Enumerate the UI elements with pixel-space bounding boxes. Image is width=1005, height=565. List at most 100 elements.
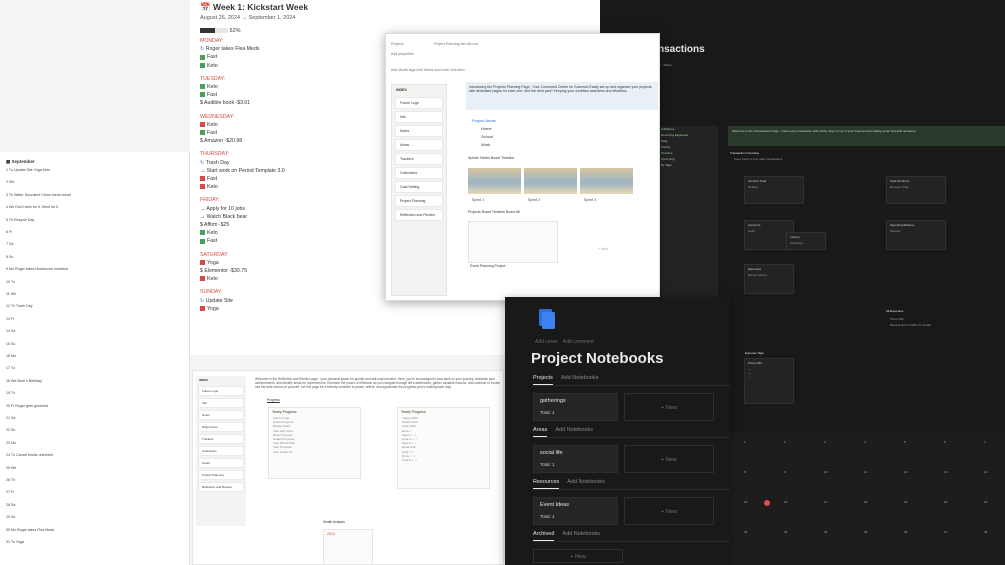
expense-list-item-2[interactable]: Banana Drive Traffic for Kodak — [890, 323, 931, 327]
september-day-row[interactable]: 18 We Mom's Birthday — [6, 379, 42, 383]
day-item[interactable]: Fast — [200, 175, 285, 183]
calendar-day[interactable]: 7 — [984, 440, 986, 444]
plan-index-item[interactable]: Notes — [395, 125, 443, 137]
day-item[interactable]: ↻ Trash Day — [200, 159, 285, 167]
day-item[interactable]: $ Affirm -$25 — [200, 221, 247, 229]
day-item[interactable]: Keto — [200, 62, 259, 70]
calendar-day[interactable]: 21 — [984, 500, 987, 504]
new-notebook-button[interactable]: + New — [533, 549, 623, 563]
september-day-row[interactable]: 29 Su — [6, 515, 15, 519]
calendar-day[interactable]: 3 — [824, 440, 826, 444]
calendar-day[interactable]: 20 — [944, 500, 947, 504]
september-day-row[interactable]: 19 Th — [6, 391, 15, 395]
calendar-day[interactable]: 1 — [744, 440, 746, 444]
september-day-row[interactable]: 20 Fr Roger gets groomed — [6, 404, 48, 408]
plan-index-item[interactable]: Collections — [395, 167, 443, 179]
calendar-day[interactable]: 5 — [904, 440, 906, 444]
september-day-row[interactable]: 23 Mo — [6, 441, 16, 445]
day-item[interactable]: → Watch Black bear — [200, 213, 247, 221]
day-item[interactable]: Fast — [200, 91, 250, 99]
calendar-day[interactable]: 2 — [784, 440, 786, 444]
day-item[interactable]: Fast — [200, 237, 247, 245]
sprint-3[interactable]: Sprint 3 — [584, 198, 596, 202]
reflection-index-item[interactable]: Trackers — [198, 434, 244, 444]
tx-block[interactable]: Total Numbers Remove Total — [886, 176, 946, 204]
september-day-row[interactable]: 16 Mo — [6, 354, 16, 358]
tx-block[interactable]: Account Total Default — [744, 176, 804, 204]
progress-link[interactable]: Progress — [267, 398, 280, 402]
plan-actions[interactable]: Add Month tags Add Tables Add Inner Sub-… — [391, 68, 464, 72]
section-tab[interactable]: Archived — [533, 531, 555, 541]
september-day-row[interactable]: 3 Th Water Succulent Clean mens closet — [6, 193, 71, 197]
september-day-row[interactable]: 5 Th Recycle Day — [6, 218, 34, 222]
reflection-index-item[interactable]: Collections — [198, 446, 244, 456]
calendar-day[interactable]: 15 — [744, 500, 747, 504]
day-item[interactable]: → Start work on Period Template 3.0 — [200, 167, 285, 175]
day-item[interactable]: $ Audible book -$3.01 — [200, 99, 250, 107]
add-notebooks-button[interactable]: Add Notebooks — [555, 427, 593, 433]
calendar-day[interactable]: 24 — [824, 530, 827, 534]
plan-meta-3[interactable]: Add properties — [391, 52, 414, 56]
september-day-row[interactable]: 26 Th — [6, 478, 15, 482]
yearly-progress-card-1[interactable]: Yearly Progress Future Logs Goals Progre… — [268, 407, 361, 479]
reflection-index-item[interactable]: Info — [198, 398, 244, 408]
calendar-day[interactable]: 9 — [784, 470, 786, 474]
september-day-row[interactable]: 12 Th Trash Day — [6, 304, 33, 308]
september-day-row[interactable]: 8 Su — [6, 255, 13, 259]
calendar-day[interactable]: 19 — [904, 500, 907, 504]
calendar-day[interactable]: 25 — [864, 530, 867, 534]
day-item[interactable]: Keto — [200, 121, 242, 129]
september-day-row[interactable]: 31 Tu Yoga — [6, 540, 24, 544]
calendar-day[interactable]: 6 — [944, 440, 946, 444]
reflection-index-item[interactable]: Notes — [198, 410, 244, 420]
september-day-row[interactable]: 10 Tu — [6, 280, 15, 284]
september-day-row[interactable]: 28 Sa — [6, 503, 15, 507]
calendar-day[interactable]: 4 — [864, 440, 866, 444]
reflection-index-item[interactable]: Project Planning — [198, 470, 244, 480]
section-tab[interactable]: Resources — [533, 479, 560, 489]
september-day-row[interactable]: 6 Fr — [6, 230, 12, 234]
day-item[interactable]: Keto — [200, 275, 247, 283]
calendar-day[interactable]: 22 — [744, 530, 747, 534]
day-item[interactable]: Fast — [200, 53, 259, 61]
reflection-index-item[interactable]: Future Logs — [198, 386, 244, 396]
plan-index-item[interactable]: Info — [395, 111, 443, 123]
day-item[interactable]: Keto — [200, 229, 247, 237]
tx-block[interactable]: Expenses Money Savers — [744, 264, 794, 294]
calendar-day[interactable]: 11 — [864, 470, 867, 474]
september-day-row[interactable]: 2 We — [6, 180, 14, 184]
yearly-progress-card-2[interactable]: Yearly Progress Yearly 2024 Goals Done Go… — [397, 407, 490, 489]
area-home[interactable]: Home — [481, 126, 492, 131]
add-notebooks-button[interactable]: Add Notebooks — [562, 531, 600, 537]
calendar-day[interactable]: 17 — [824, 500, 827, 504]
tx-block[interactable]: Spending Balance Savings — [886, 220, 946, 250]
day-item[interactable]: ↻ Update Site — [200, 297, 233, 305]
notebook-card[interactable]: Event Ideas Total: 1 — [533, 497, 618, 525]
project-item[interactable]: Event Planning Project — [470, 264, 505, 268]
plan-index-item[interactable]: Future Logs — [395, 97, 443, 109]
add-notebooks-button[interactable]: Add Notebooks — [561, 375, 599, 381]
day-item[interactable]: ↻ Roger takes Flea Meds — [200, 45, 259, 53]
september-day-row[interactable]: 17 Tu — [6, 366, 15, 370]
sprint-2[interactable]: Sprint 2 — [528, 198, 540, 202]
calendar-day[interactable]: 27 — [944, 530, 947, 534]
plan-index-item[interactable]: Areas — [395, 139, 443, 151]
september-day-row[interactable]: 15 Su — [6, 342, 15, 346]
new-notebook-button[interactable]: + New — [624, 393, 714, 421]
add-cover-button[interactable]: Add cover — [535, 339, 558, 345]
add-comment-button[interactable]: Add comment — [563, 339, 594, 345]
calendar-day[interactable]: 23 — [784, 530, 787, 534]
tx-sidebar-item[interactable]: By Tags — [658, 162, 718, 168]
september-day-row[interactable]: 4 We Don't wish for it. Work for it — [6, 205, 58, 209]
plan-new-button[interactable]: + New — [598, 247, 608, 251]
plan-view-tabs-2[interactable]: Projects Board Timeline Board All — [468, 210, 520, 214]
expense-tag-card[interactable]: Phone Bill — — — — [744, 358, 794, 404]
day-item[interactable]: Yoga — [200, 305, 233, 313]
plan-view-tabs[interactable]: Sprints Tables Board Timeline — [468, 156, 514, 160]
calendar-day[interactable]: 12 — [904, 470, 907, 474]
health-card[interactable]: 2024 — [323, 529, 373, 564]
september-day-row[interactable]: 24 Tu Cancel kindle unlimited — [6, 453, 53, 457]
section-tab[interactable]: Areas — [533, 427, 548, 437]
day-item[interactable]: $ Amazon -$20.98 — [200, 137, 242, 145]
notebook-card[interactable]: gatherings Total: 1 — [533, 393, 618, 421]
